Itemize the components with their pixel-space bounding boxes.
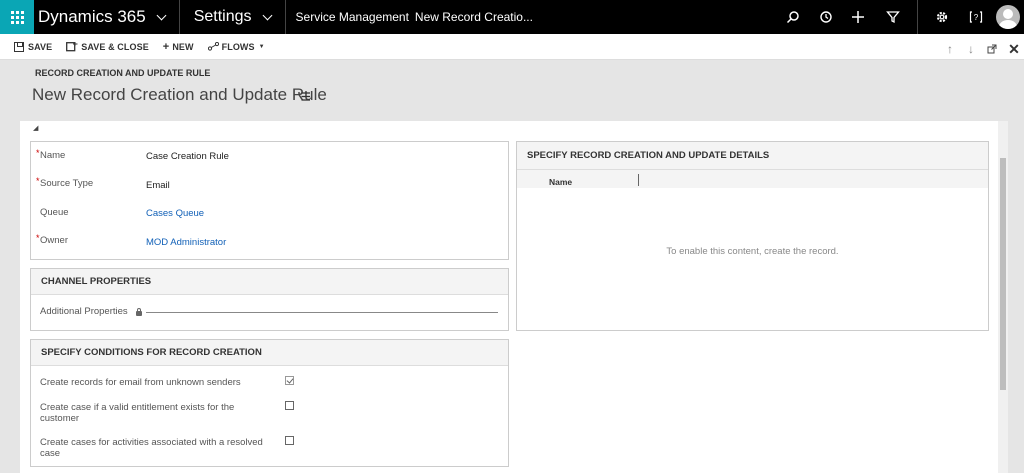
section-title: CHANNEL PROPERTIES: [31, 269, 508, 295]
new-button[interactable]: + NEW: [163, 41, 194, 53]
general-section: [30, 141, 509, 260]
grid-empty-message: To enable this content, create the recor…: [666, 246, 839, 257]
additional-properties-label: Additional Properties: [40, 306, 128, 317]
condition-label: Create records for email from unknown se…: [40, 377, 241, 388]
queue-label: Queue: [40, 207, 69, 218]
app-launcher-icon[interactable]: [0, 0, 34, 34]
app-name[interactable]: Dynamics 365: [38, 7, 146, 27]
owner-link[interactable]: MOD Administrator: [146, 237, 226, 248]
section-title: SPECIFY CONDITIONS FOR RECORD CREATION: [31, 340, 508, 366]
flows-button[interactable]: FLOWS ▼: [207, 42, 265, 52]
next-record-icon[interactable]: ↓: [961, 36, 981, 62]
breadcrumb-area[interactable]: Service Management: [296, 10, 409, 24]
grid-header: [517, 170, 988, 188]
grid-column-name[interactable]: Name: [549, 177, 572, 187]
unknown-senders-checkbox[interactable]: [285, 376, 294, 385]
source-type-label: * Source Type: [36, 176, 94, 189]
area-chevron-down-icon[interactable]: [262, 10, 272, 20]
nav-divider: [178, 0, 180, 34]
additional-properties-field: [146, 312, 498, 313]
user-avatar[interactable]: [996, 5, 1020, 29]
lock-icon: [136, 308, 142, 316]
resolved-case-checkbox[interactable]: [285, 436, 294, 445]
history-icon[interactable]: [809, 0, 843, 34]
page-edge: [1008, 121, 1024, 473]
area-name[interactable]: Settings: [194, 8, 252, 26]
save-button[interactable]: SAVE: [14, 41, 52, 52]
plus-icon[interactable]: [841, 0, 875, 34]
filter-icon[interactable]: [876, 0, 910, 34]
column-divider[interactable]: [638, 174, 639, 186]
close-icon[interactable]: ✕: [1004, 36, 1024, 62]
condition-label: Create case if a valid entitlement exist…: [40, 402, 235, 424]
pop-out-icon[interactable]: [982, 36, 1002, 62]
search-icon[interactable]: [776, 0, 810, 34]
save-close-icon: [66, 41, 78, 51]
required-marker: *: [36, 233, 40, 243]
page-title: New Record Creation and Update Rule: [32, 85, 327, 104]
entity-name: RECORD CREATION AND UPDATE RULE: [35, 68, 211, 78]
entitlement-checkbox[interactable]: [285, 401, 294, 410]
gear-icon[interactable]: [925, 0, 959, 34]
form-selector-icon[interactable]: [298, 92, 310, 104]
breadcrumb-record[interactable]: New Record Creatio...: [415, 10, 533, 24]
owner-label: * Owner: [36, 233, 68, 246]
collapse-icon[interactable]: ◢: [33, 124, 38, 132]
command-bar: SAVE SAVE & CLOSE + NEW FLOWS ▼: [0, 34, 1024, 60]
flow-icon: [207, 42, 219, 51]
chevron-down-icon: ▼: [258, 43, 265, 50]
name-label: * Name: [36, 148, 66, 161]
nav-divider: [917, 0, 918, 34]
scrollbar-thumb[interactable]: [1000, 158, 1006, 390]
channel-properties-section: CHANNEL PROPERTIES: [30, 268, 509, 331]
name-field[interactable]: Case Creation Rule: [146, 151, 229, 162]
required-marker: *: [36, 148, 40, 158]
source-type-field[interactable]: Email: [146, 180, 170, 191]
previous-record-icon[interactable]: ↑: [940, 36, 960, 62]
svg-text:?: ?: [974, 13, 979, 22]
save-icon: [14, 41, 24, 52]
app-chevron-down-icon[interactable]: [156, 10, 167, 20]
condition-label: Create cases for activities associated w…: [40, 437, 263, 459]
nav-divider: [284, 0, 286, 34]
required-marker: *: [36, 176, 40, 186]
help-icon[interactable]: ?: [959, 0, 993, 34]
save-close-button[interactable]: SAVE & CLOSE: [66, 41, 149, 52]
plus-icon: +: [162, 40, 170, 53]
section-title: SPECIFY RECORD CREATION AND UPDATE DETAI…: [517, 142, 988, 170]
queue-link[interactable]: Cases Queue: [146, 208, 204, 219]
